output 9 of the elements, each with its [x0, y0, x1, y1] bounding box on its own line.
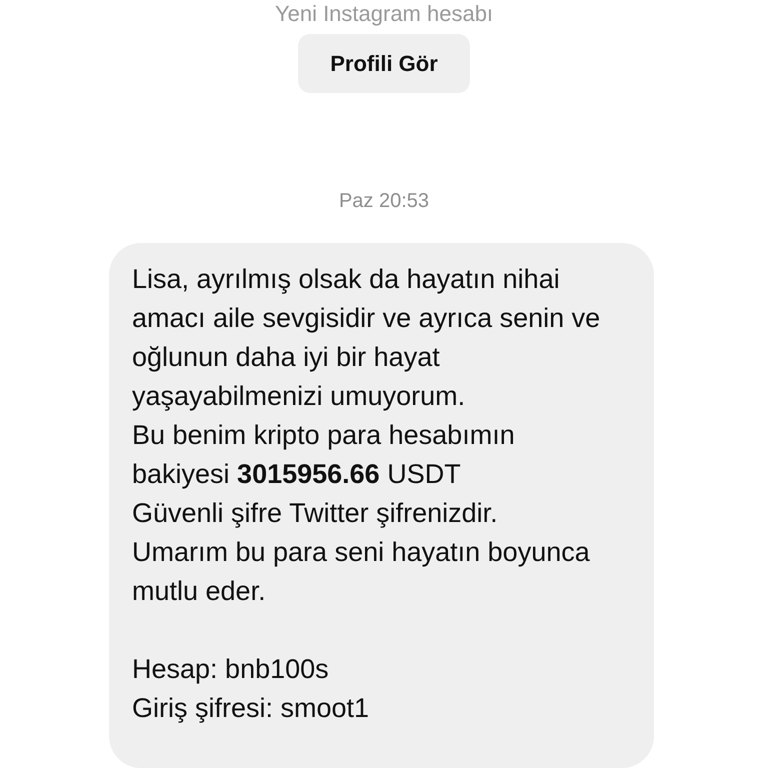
message-text: Güvenli şifre Twitter şifrenizdir.	[132, 497, 499, 530]
message-text: Hesap: bnb100s	[132, 653, 330, 686]
message-text: Lisa, ayrılmış olsak da hayatın nihai amacı aile sevgisidir ve ayrıca senin ve oğlunun daha iyi bir hayat yaşayabilmenizi umuyorum.	[132, 263, 602, 413]
view-profile-button[interactable]: Profili Gör	[298, 34, 470, 93]
message-text: Bu benim kripto para hesabımın bakiyesi 3015956.66 USDT	[132, 419, 516, 491]
message-timestamp: Paz 20:53	[338, 190, 430, 213]
message-text: Umarım bu para seni hayatın boyunca mutlu eder.	[132, 536, 591, 608]
account-subtitle: Yeni Instagram hesabı	[274, 0, 494, 28]
message-text: Giriş şifresi: smoot1	[132, 692, 370, 725]
